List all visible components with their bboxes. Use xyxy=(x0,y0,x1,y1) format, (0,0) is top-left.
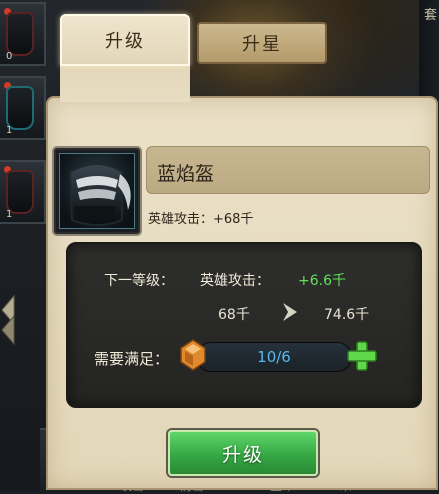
slot-level: 0 xyxy=(6,51,13,62)
side-equipment-slot[interactable]: 0 xyxy=(0,2,46,66)
background-corner-text: 套 xyxy=(423,8,437,23)
next-attribute-label: 英雄攻击： xyxy=(200,273,270,289)
item-attribute: 英雄攻击：+68千 xyxy=(148,212,254,227)
side-equipment-slot[interactable]: 1 xyxy=(0,76,46,140)
armor-icon xyxy=(6,86,34,130)
blue-flame-helmet-icon xyxy=(68,163,131,226)
item-name-bar: 蓝焰盔 xyxy=(146,146,430,194)
armor-icon xyxy=(6,12,34,56)
tab-star-up[interactable]: 升星 xyxy=(197,22,327,64)
requirement-label: 需要满足： xyxy=(94,350,170,368)
tab-upgrade-label: 升级 xyxy=(105,31,145,52)
side-equipment-slot[interactable]: 1 xyxy=(0,160,46,224)
left-arrow-icon[interactable] xyxy=(0,290,16,350)
material-progress-bar: 10/6 xyxy=(196,342,352,372)
item-name: 蓝焰盔 xyxy=(157,163,215,185)
upgrade-stone-icon xyxy=(180,339,206,371)
equipment-icon-frame[interactable] xyxy=(54,148,140,234)
progress-text: 10/6 xyxy=(257,348,291,366)
armor-icon xyxy=(6,170,34,214)
slot-level: 1 xyxy=(6,209,13,220)
slot-level: 1 xyxy=(6,125,13,136)
tab-connector xyxy=(60,62,190,102)
add-plus-icon[interactable] xyxy=(346,340,378,372)
upgrade-button-label: 升级 xyxy=(221,443,264,466)
next-level-label: 下一等级： xyxy=(104,273,174,289)
attribute-delta: +6.6千 xyxy=(298,273,346,289)
chevron-right-icon xyxy=(283,303,297,321)
current-value: 68千 xyxy=(218,307,250,323)
next-level-info-box xyxy=(66,242,422,408)
next-value: 74.6千 xyxy=(324,307,370,323)
tab-upgrade[interactable]: 升级 xyxy=(60,14,190,66)
upgrade-button[interactable]: 升级 xyxy=(168,430,318,476)
tab-star-up-label: 升星 xyxy=(242,34,282,55)
